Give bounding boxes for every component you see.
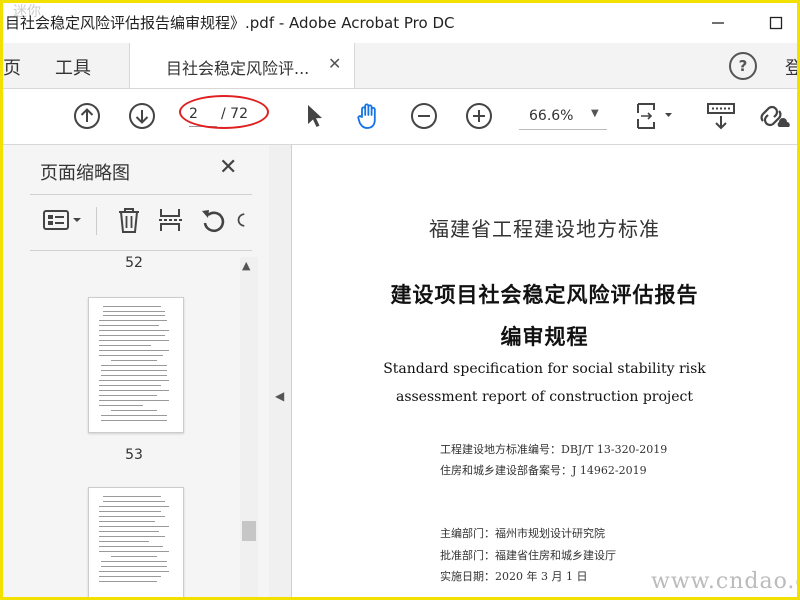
fit-page-button[interactable] (629, 99, 679, 133)
page-thumbnail-54[interactable] (88, 487, 184, 597)
tab-home[interactable]: 页 (3, 54, 21, 80)
document-approver: 批准部门：福建省住房和城乡建设厅 (440, 549, 616, 562)
close-tab-button[interactable]: ✕ (328, 54, 341, 73)
rotate-ccw-icon (202, 210, 225, 233)
window-title: 目社会稳定风险评估报告编审规程》.pdf - Adobe Acrobat Pro… (5, 14, 455, 32)
zoom-dropdown[interactable]: 66.6% ▼ (519, 103, 607, 130)
scroll-mode-button[interactable] (701, 99, 741, 133)
hand-tool-button[interactable] (352, 99, 386, 133)
document-standard-code: 工程建设地方标准编号：DBJ/T 13-320-2019 (440, 443, 668, 456)
zoom-value: 66.6% (529, 108, 574, 124)
document-effective-date: 实施日期：2020 年 3 月 1 日 (440, 570, 588, 583)
document-english-title-1: Standard specification for social stabil… (383, 361, 706, 377)
acrobat-window: 迷你 目社会稳定风险评估报告编审规程》.pdf - Adobe Acrobat … (0, 0, 800, 600)
page-thumbnail-53[interactable] (88, 297, 184, 433)
select-arrow-icon (308, 105, 322, 127)
collapse-panel-bar[interactable]: ◀ (269, 145, 292, 597)
thumbnail-page-label: 53 (125, 447, 143, 463)
scrollbar-thumb[interactable] (242, 521, 256, 541)
thumbnail-scrollbar[interactable]: ▲ (240, 257, 258, 597)
zoom-out-button[interactable] (407, 99, 441, 133)
rotate-cw-icon (237, 213, 245, 227)
select-tool-button[interactable] (297, 99, 331, 133)
help-button[interactable]: ? (729, 52, 757, 80)
thumbnails-panel: 页面缩略图 ✕ 52 53 ▲ (3, 145, 270, 597)
document-title: 建设项目社会稳定风险评估报告 (390, 283, 699, 307)
thumbnail-page-label: 52 (125, 255, 143, 271)
zoom-in-button[interactable] (462, 99, 496, 133)
maximize-icon (769, 16, 783, 30)
previous-page-button[interactable] (70, 99, 104, 133)
zoom-in-icon (466, 103, 492, 129)
document-line-standard: 福建省工程建设地方标准 (429, 217, 660, 241)
page-down-icon (129, 103, 155, 129)
scroll-mode-icon (707, 103, 735, 130)
help-icon: ? (738, 57, 748, 75)
fit-page-icon (637, 103, 672, 129)
sign-in-link[interactable]: 登 (785, 54, 797, 80)
document-record-number: 住房和城乡建设部备案号：J 14962-2019 (440, 464, 647, 477)
next-page-button[interactable] (125, 99, 159, 133)
thumbnail-options-button[interactable] (40, 203, 86, 237)
tab-document[interactable]: 目社会稳定风险评... ✕ (129, 43, 355, 88)
site-watermark: www.cndao.com (651, 569, 797, 594)
minimize-icon (712, 22, 724, 24)
zoom-out-icon (411, 103, 437, 129)
delete-icon (119, 208, 139, 233)
delete-page-button[interactable] (112, 203, 146, 237)
share-link-icon (760, 105, 790, 127)
minimize-button[interactable] (703, 9, 733, 37)
document-editor: 主编部门：福州市规划设计研究院 (440, 527, 605, 540)
document-english-title-2: assessment report of construction projec… (395, 389, 694, 405)
document-page: 福建省工程建设地方标准 建设项目社会稳定风险评估报告 编审规程 Standard… (292, 145, 797, 597)
panel-divider (30, 194, 252, 195)
title-bar: 迷你 目社会稳定风险评估报告编审规程》.pdf - Adobe Acrobat … (3, 3, 797, 43)
highlight-oval (179, 95, 269, 129)
toolbar-divider (96, 207, 97, 235)
hand-tool-icon (357, 103, 376, 129)
toolbar: 2 / 72 66.6% ▼ (3, 89, 797, 145)
rotate-counterclockwise-button[interactable] (196, 203, 230, 237)
page-navigator: 2 / 72 (179, 95, 269, 131)
scroll-up-icon[interactable]: ▲ (242, 259, 250, 272)
thumbnails-panel-title: 页面缩略图 (40, 163, 130, 184)
insert-page-button[interactable] (154, 203, 188, 237)
document-tab-label: 目社会稳定风险评... (166, 59, 310, 78)
close-panel-button[interactable]: ✕ (219, 155, 237, 180)
insert-page-icon (159, 209, 183, 231)
tab-bar: 页 工具 目社会稳定风险评... ✕ ? 登 (3, 43, 797, 89)
collapse-left-icon[interactable]: ◀ (275, 389, 284, 403)
thumbnail-list: 52 53 (30, 251, 238, 597)
tab-tools[interactable]: 工具 (55, 54, 91, 80)
chevron-down-icon: ▼ (591, 108, 599, 119)
rotate-clockwise-button[interactable] (234, 203, 252, 237)
document-subtitle: 编审规程 (500, 325, 589, 349)
maximize-button[interactable] (761, 9, 791, 37)
page-up-icon (74, 103, 100, 129)
thumbnail-options-icon (43, 210, 81, 230)
share-link-button[interactable] (755, 99, 795, 133)
